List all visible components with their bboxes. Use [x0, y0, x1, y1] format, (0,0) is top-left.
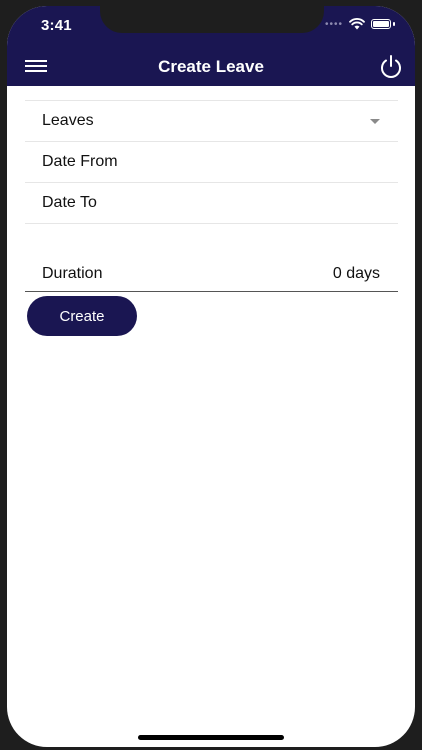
status-time: 3:41	[41, 17, 72, 34]
date-from-label: Date From	[42, 153, 118, 170]
page-title: Create Leave	[158, 57, 264, 76]
phone-screen: 3:41 •••• Create Leave Leaves Date From …	[7, 6, 415, 747]
leave-type-select[interactable]: Leaves	[25, 100, 398, 141]
date-from-field[interactable]: Date From	[25, 141, 398, 182]
dropdown-caret-icon	[370, 118, 380, 124]
date-to-field[interactable]: Date To	[25, 182, 398, 224]
create-button[interactable]: Create	[27, 296, 137, 336]
leave-type-label: Leaves	[42, 112, 94, 129]
signal-dots: ••••	[324, 18, 343, 30]
duration-value: 0 days	[332, 264, 380, 282]
duration-row: Duration 0 days	[25, 256, 398, 292]
device-notch	[100, 6, 324, 33]
duration-label: Duration	[42, 264, 103, 282]
battery-icon	[371, 19, 391, 29]
leave-form: Leaves Date From Date To	[25, 100, 398, 224]
date-to-label: Date To	[42, 194, 97, 211]
app-header: 3:41 •••• Create Leave	[7, 6, 415, 86]
home-indicator[interactable]	[138, 735, 284, 740]
battery-tip	[393, 22, 395, 26]
power-icon[interactable]	[376, 52, 406, 82]
status-icons: ••••	[325, 18, 395, 30]
wifi-icon	[349, 18, 365, 30]
